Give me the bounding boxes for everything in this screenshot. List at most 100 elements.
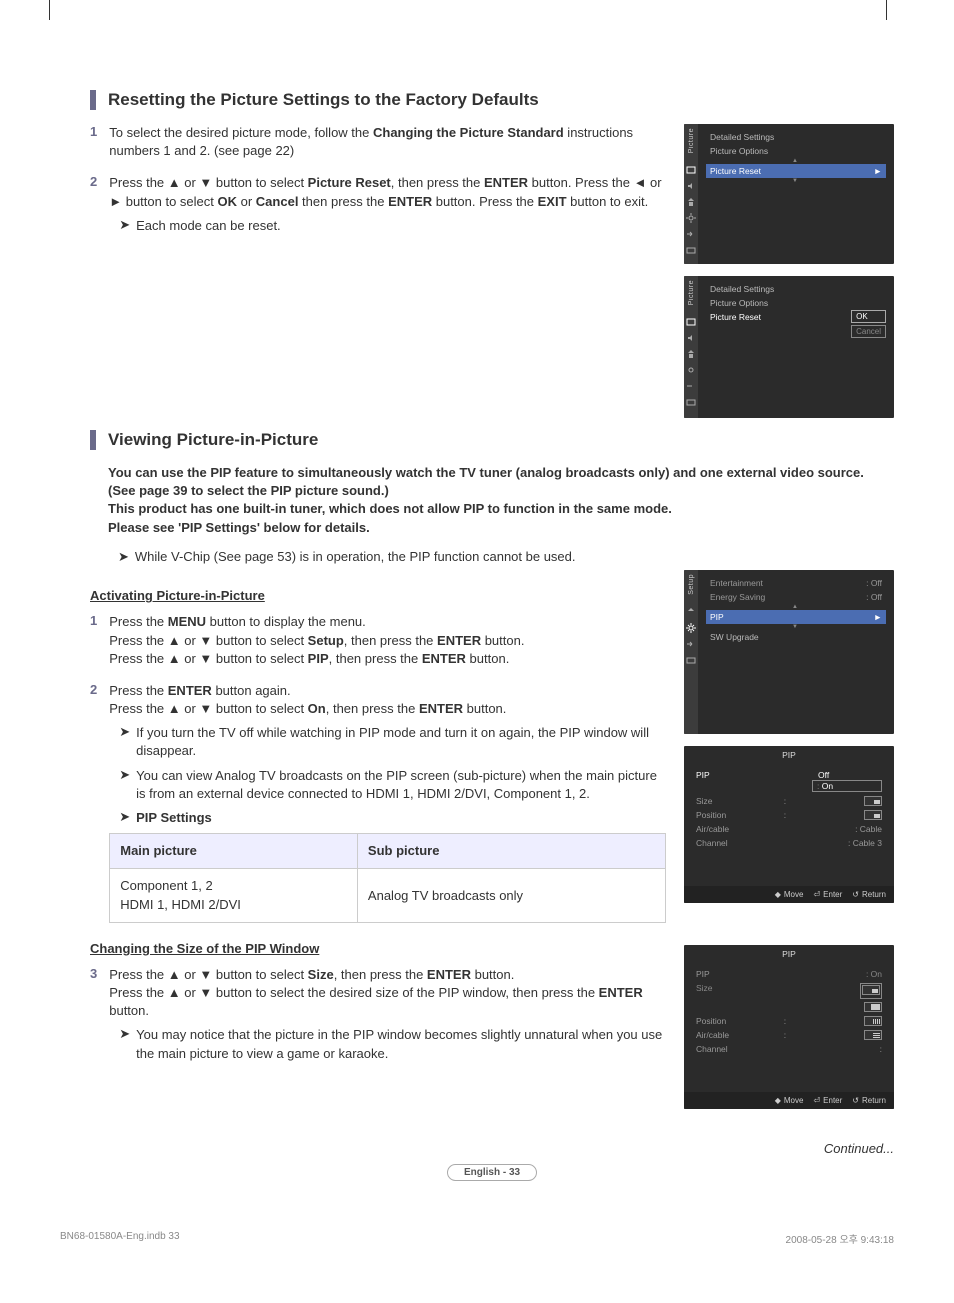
pip-settings-label: PIP Settings [136, 809, 212, 827]
osd-row: Channel: [692, 1042, 886, 1056]
step-body: Press the ENTER button again. Press the … [109, 682, 666, 923]
intro-text: Please see 'PIP Settings' below for deta… [108, 519, 894, 537]
osd-select-option: : On [812, 780, 882, 792]
continued-text: Continued... [90, 1141, 894, 1156]
note-text: You can view Analog TV broadcasts on the… [136, 767, 666, 803]
return-icon: ↺ [852, 890, 859, 899]
pip-size-icon [864, 1016, 882, 1026]
enter-icon: ⏎ [813, 890, 820, 899]
subsection-heading: Changing the Size of the PIP Window [90, 941, 666, 956]
osd-picture-reset-highlight: Picture Detailed Settings Picture Opti [684, 124, 894, 264]
table-header: Main picture [110, 834, 358, 869]
input-icon [686, 639, 696, 649]
intro-text: This product has one built-in tuner, whi… [108, 500, 894, 518]
osd-row: Size: [692, 794, 886, 808]
osd-row: Air/cable: Cable [692, 822, 886, 836]
picture-icon [686, 165, 696, 175]
chevron-icon: ➤ [119, 809, 130, 825]
chevron-icon: ➤ [119, 724, 130, 740]
note-text: Each mode can be reset. [136, 217, 281, 235]
subsection-heading: Activating Picture-in-Picture [90, 588, 666, 603]
page-badge: English - 33 [447, 1164, 537, 1181]
setup-icon [686, 213, 696, 223]
step-body: Press the ▲ or ▼ button to select Pictur… [109, 174, 666, 241]
app-icon [686, 245, 696, 255]
osd-side-label: Picture [688, 280, 695, 305]
osd-line: Picture Options [706, 296, 886, 310]
section-title-reset: Resetting the Picture Settings to the Fa… [90, 90, 894, 110]
step-body: Press the MENU button to display the men… [109, 613, 524, 668]
input-icon [686, 229, 696, 239]
osd-row: Energy Saving: Off [706, 590, 886, 604]
table-cell: Analog TV broadcasts only [357, 869, 665, 922]
step-number: 1 [90, 124, 97, 160]
channel-icon [686, 349, 696, 359]
osd-row: Entertainment: Off [706, 576, 886, 590]
osd-pip-onoff: PIP PIP Off : On Size: Position: Air/cab… [684, 746, 894, 903]
intro-text: You can use the PIP feature to simultane… [108, 464, 894, 500]
channel-icon [686, 607, 696, 617]
osd-row: PIP: On [692, 967, 886, 981]
osd-line: Picture Options [706, 144, 886, 158]
osd-line: Detailed Settings [706, 130, 886, 144]
picture-icon [686, 317, 696, 327]
pip-size-icon [864, 1030, 882, 1040]
note-text: While V-Chip (See page 53) is in operati… [135, 549, 576, 564]
osd-ok-option: OK [851, 310, 886, 323]
osd-line: SW Upgrade [706, 630, 886, 644]
note-text: If you turn the TV off while watching in… [136, 724, 666, 760]
osd-pip-size: PIP PIP: On Size Position: Air/cable: Ch… [684, 945, 894, 1109]
note-text: You may notice that the picture in the P… [136, 1026, 666, 1062]
step-number: 2 [90, 174, 97, 241]
osd-value: Off [812, 770, 882, 780]
osd-row-label: Picture Reset [706, 310, 765, 324]
step-number: 2 [90, 682, 97, 923]
sound-icon [686, 333, 696, 343]
osd-line: Detailed Settings [706, 282, 886, 296]
step-number: 3 [90, 966, 97, 1069]
table-header: Sub picture [357, 834, 665, 869]
osd-row: Position: [692, 1014, 886, 1028]
updown-icon: ◆ [775, 890, 781, 899]
osd-row: Position: [692, 808, 886, 822]
pip-size-icon [864, 1002, 882, 1012]
pip-settings-table: Main pictureSub picture Component 1, 2HD… [109, 833, 666, 923]
osd-side-label: Setup [688, 574, 695, 595]
osd-row: Size [692, 981, 886, 1014]
osd-picture-reset-confirm: Picture Detailed Settings Picture Opti [684, 276, 894, 418]
osd-footer: ◆Move ⏎Enter ↺Return [684, 1092, 894, 1109]
return-icon: ↺ [852, 1096, 859, 1105]
osd-footer: ◆Move ⏎Enter ↺Return [684, 886, 894, 903]
chevron-icon: ➤ [119, 767, 130, 783]
osd-highlight-row: PIP► [706, 610, 886, 624]
osd-title: PIP [684, 746, 894, 764]
step-number: 1 [90, 613, 97, 668]
chevron-icon: ➤ [119, 217, 130, 233]
pip-position-icon [864, 810, 882, 820]
step-body: To select the desired picture mode, foll… [109, 124, 666, 160]
pip-size-option [860, 983, 882, 999]
osd-setup-pip: Setup Entertainment: Off Energy Saving: … [684, 570, 894, 734]
osd-side-label: Picture [688, 128, 695, 153]
enter-icon: ⏎ [813, 1096, 820, 1105]
step-body: Press the ▲ or ▼ button to select Size, … [109, 966, 666, 1069]
osd-row: Air/cable: [692, 1028, 886, 1042]
sound-icon [686, 181, 696, 191]
osd-cancel-option: Cancel [851, 325, 886, 338]
section-title-pip: Viewing Picture-in-Picture [90, 430, 894, 450]
osd-highlight-row: Picture Reset► [706, 164, 886, 178]
footer-file: BN68-01580A-Eng.indb 33 [60, 1231, 180, 1246]
osd-row: Channel: Cable 3 [692, 836, 886, 850]
channel-icon [686, 197, 696, 207]
setup-icon [686, 365, 696, 375]
pip-size-icon [864, 796, 882, 806]
setup-icon [686, 623, 696, 633]
osd-title: PIP [684, 945, 894, 963]
table-cell: Component 1, 2HDMI 1, HDMI 2/DVI [110, 869, 358, 922]
app-icon [686, 397, 696, 407]
input-icon [686, 381, 696, 391]
updown-icon: ◆ [775, 1096, 781, 1105]
chevron-icon: ➤ [118, 549, 129, 565]
osd-row: PIP Off : On [692, 768, 886, 794]
footer-stamp: 2008-05-28 오후 9:43:18 [786, 1231, 894, 1246]
